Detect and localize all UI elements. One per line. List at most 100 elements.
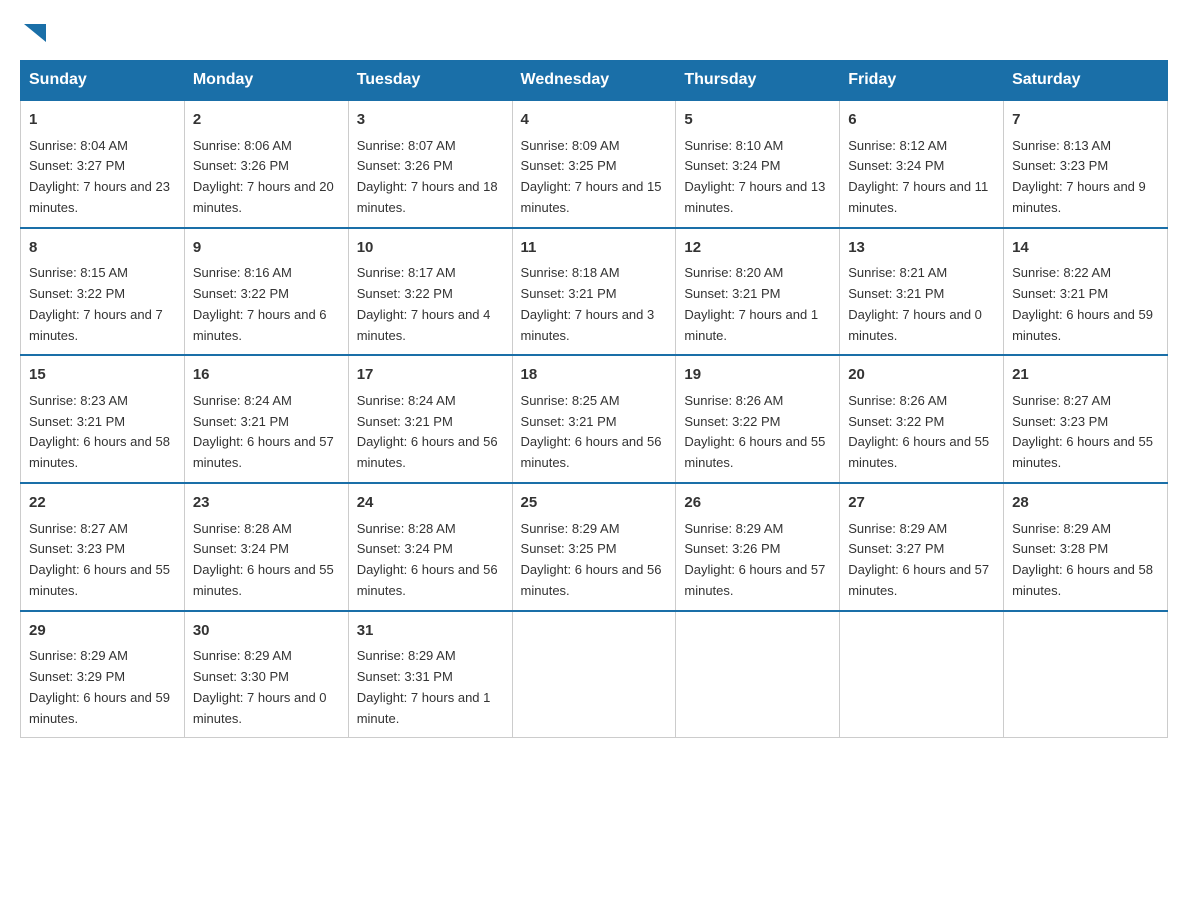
calendar-cell: 6 Sunrise: 8:12 AMSunset: 3:24 PMDaylight…	[840, 100, 1004, 228]
day-number: 3	[357, 109, 504, 132]
day-number: 24	[357, 492, 504, 515]
day-number: 17	[357, 364, 504, 387]
calendar-cell: 18 Sunrise: 8:25 AMSunset: 3:21 PMDayligh…	[512, 355, 676, 483]
day-number: 13	[848, 237, 995, 260]
day-info: Sunrise: 8:24 AMSunset: 3:21 PMDaylight:…	[193, 391, 340, 474]
day-number: 6	[848, 109, 995, 132]
day-info: Sunrise: 8:18 AMSunset: 3:21 PMDaylight:…	[521, 263, 668, 346]
calendar-cell: 25 Sunrise: 8:29 AMSunset: 3:25 PMDayligh…	[512, 483, 676, 611]
day-info: Sunrise: 8:27 AMSunset: 3:23 PMDaylight:…	[1012, 391, 1159, 474]
calendar-week-3: 15Sunrise: 8:23 AMSunset: 3:21 PMDayligh…	[21, 355, 1168, 483]
calendar-cell: 31 Sunrise: 8:29 AMSunset: 3:31 PMDayligh…	[348, 611, 512, 738]
day-number: 7	[1012, 109, 1159, 132]
day-info: Sunrise: 8:04 AMSunset: 3:27 PMDaylight:…	[29, 136, 176, 219]
calendar-header-row: SundayMondayTuesdayWednesdayThursdayFrid…	[21, 61, 1168, 101]
calendar-cell: 16 Sunrise: 8:24 AMSunset: 3:21 PMDayligh…	[184, 355, 348, 483]
calendar-cell: 26 Sunrise: 8:29 AMSunset: 3:26 PMDayligh…	[676, 483, 840, 611]
day-info: Sunrise: 8:26 AMSunset: 3:22 PMDaylight:…	[848, 391, 995, 474]
day-number: 11	[521, 237, 668, 260]
calendar-week-5: 29 Sunrise: 8:29 AMSunset: 3:29 PMDayligh…	[21, 611, 1168, 738]
calendar-cell: 21 Sunrise: 8:27 AMSunset: 3:23 PMDayligh…	[1004, 355, 1168, 483]
header-sunday: Sunday	[21, 61, 185, 101]
day-number: 14	[1012, 237, 1159, 260]
day-info: Sunrise: 8:20 AMSunset: 3:21 PMDaylight:…	[684, 263, 831, 346]
day-number: 29	[29, 620, 176, 643]
calendar-cell: 15Sunrise: 8:23 AMSunset: 3:21 PMDayligh…	[21, 355, 185, 483]
calendar-cell	[840, 611, 1004, 738]
calendar-cell: 2 Sunrise: 8:06 AMSunset: 3:26 PMDaylight…	[184, 100, 348, 228]
day-info: Sunrise: 8:22 AMSunset: 3:21 PMDaylight:…	[1012, 263, 1159, 346]
calendar-cell: 5 Sunrise: 8:10 AMSunset: 3:24 PMDaylight…	[676, 100, 840, 228]
calendar-cell: 9Sunrise: 8:16 AMSunset: 3:22 PMDaylight…	[184, 228, 348, 356]
calendar-cell: 17 Sunrise: 8:24 AMSunset: 3:21 PMDayligh…	[348, 355, 512, 483]
day-number: 19	[684, 364, 831, 387]
day-info: Sunrise: 8:25 AMSunset: 3:21 PMDaylight:…	[521, 391, 668, 474]
header-saturday: Saturday	[1004, 61, 1168, 101]
calendar-cell: 19Sunrise: 8:26 AMSunset: 3:22 PMDayligh…	[676, 355, 840, 483]
calendar-cell: 24 Sunrise: 8:28 AMSunset: 3:24 PMDayligh…	[348, 483, 512, 611]
day-info: Sunrise: 8:29 AMSunset: 3:27 PMDaylight:…	[848, 519, 995, 602]
day-number: 26	[684, 492, 831, 515]
calendar-cell: 20Sunrise: 8:26 AMSunset: 3:22 PMDayligh…	[840, 355, 1004, 483]
day-info: Sunrise: 8:28 AMSunset: 3:24 PMDaylight:…	[357, 519, 504, 602]
day-number: 1	[29, 109, 176, 132]
calendar-cell: 13Sunrise: 8:21 AMSunset: 3:21 PMDayligh…	[840, 228, 1004, 356]
day-info: Sunrise: 8:09 AMSunset: 3:25 PMDaylight:…	[521, 136, 668, 219]
day-number: 27	[848, 492, 995, 515]
day-info: Sunrise: 8:24 AMSunset: 3:21 PMDaylight:…	[357, 391, 504, 474]
day-info: Sunrise: 8:29 AMSunset: 3:30 PMDaylight:…	[193, 646, 340, 729]
day-info: Sunrise: 8:29 AMSunset: 3:26 PMDaylight:…	[684, 519, 831, 602]
calendar-cell: 14 Sunrise: 8:22 AMSunset: 3:21 PMDayligh…	[1004, 228, 1168, 356]
day-info: Sunrise: 8:15 AMSunset: 3:22 PMDaylight:…	[29, 263, 176, 346]
calendar-cell: 11 Sunrise: 8:18 AMSunset: 3:21 PMDayligh…	[512, 228, 676, 356]
day-number: 30	[193, 620, 340, 643]
day-number: 31	[357, 620, 504, 643]
day-number: 9	[193, 237, 340, 260]
day-number: 5	[684, 109, 831, 132]
calendar-week-1: 1 Sunrise: 8:04 AMSunset: 3:27 PMDaylight…	[21, 100, 1168, 228]
day-number: 12	[684, 237, 831, 260]
calendar-cell	[512, 611, 676, 738]
logo	[20, 20, 46, 40]
day-number: 23	[193, 492, 340, 515]
day-info: Sunrise: 8:29 AMSunset: 3:25 PMDaylight:…	[521, 519, 668, 602]
day-info: Sunrise: 8:06 AMSunset: 3:26 PMDaylight:…	[193, 136, 340, 219]
calendar-cell: 29 Sunrise: 8:29 AMSunset: 3:29 PMDayligh…	[21, 611, 185, 738]
header-tuesday: Tuesday	[348, 61, 512, 101]
day-info: Sunrise: 8:27 AMSunset: 3:23 PMDaylight:…	[29, 519, 176, 602]
header-friday: Friday	[840, 61, 1004, 101]
day-info: Sunrise: 8:10 AMSunset: 3:24 PMDaylight:…	[684, 136, 831, 219]
day-number: 18	[521, 364, 668, 387]
day-info: Sunrise: 8:17 AMSunset: 3:22 PMDaylight:…	[357, 263, 504, 346]
calendar-cell: 1 Sunrise: 8:04 AMSunset: 3:27 PMDaylight…	[21, 100, 185, 228]
calendar-week-2: 8Sunrise: 8:15 AMSunset: 3:22 PMDaylight…	[21, 228, 1168, 356]
calendar-cell: 30 Sunrise: 8:29 AMSunset: 3:30 PMDayligh…	[184, 611, 348, 738]
calendar-week-4: 22 Sunrise: 8:27 AMSunset: 3:23 PMDayligh…	[21, 483, 1168, 611]
header-thursday: Thursday	[676, 61, 840, 101]
day-number: 22	[29, 492, 176, 515]
calendar-cell: 22 Sunrise: 8:27 AMSunset: 3:23 PMDayligh…	[21, 483, 185, 611]
day-info: Sunrise: 8:29 AMSunset: 3:31 PMDaylight:…	[357, 646, 504, 729]
calendar-cell: 10 Sunrise: 8:17 AMSunset: 3:22 PMDayligh…	[348, 228, 512, 356]
day-info: Sunrise: 8:12 AMSunset: 3:24 PMDaylight:…	[848, 136, 995, 219]
day-number: 2	[193, 109, 340, 132]
calendar-cell: 23Sunrise: 8:28 AMSunset: 3:24 PMDayligh…	[184, 483, 348, 611]
calendar-cell: 3Sunrise: 8:07 AMSunset: 3:26 PMDaylight…	[348, 100, 512, 228]
day-info: Sunrise: 8:29 AMSunset: 3:28 PMDaylight:…	[1012, 519, 1159, 602]
day-number: 10	[357, 237, 504, 260]
day-number: 16	[193, 364, 340, 387]
calendar-cell: 7Sunrise: 8:13 AMSunset: 3:23 PMDaylight…	[1004, 100, 1168, 228]
calendar-cell: 8Sunrise: 8:15 AMSunset: 3:22 PMDaylight…	[21, 228, 185, 356]
day-info: Sunrise: 8:29 AMSunset: 3:29 PMDaylight:…	[29, 646, 176, 729]
calendar-cell	[1004, 611, 1168, 738]
logo-arrow-icon	[24, 24, 46, 42]
header-wednesday: Wednesday	[512, 61, 676, 101]
calendar-cell: 28Sunrise: 8:29 AMSunset: 3:28 PMDayligh…	[1004, 483, 1168, 611]
day-info: Sunrise: 8:23 AMSunset: 3:21 PMDaylight:…	[29, 391, 176, 474]
day-number: 25	[521, 492, 668, 515]
header-monday: Monday	[184, 61, 348, 101]
calendar-cell: 12 Sunrise: 8:20 AMSunset: 3:21 PMDayligh…	[676, 228, 840, 356]
day-number: 21	[1012, 364, 1159, 387]
calendar-cell: 4Sunrise: 8:09 AMSunset: 3:25 PMDaylight…	[512, 100, 676, 228]
calendar-cell: 27 Sunrise: 8:29 AMSunset: 3:27 PMDayligh…	[840, 483, 1004, 611]
